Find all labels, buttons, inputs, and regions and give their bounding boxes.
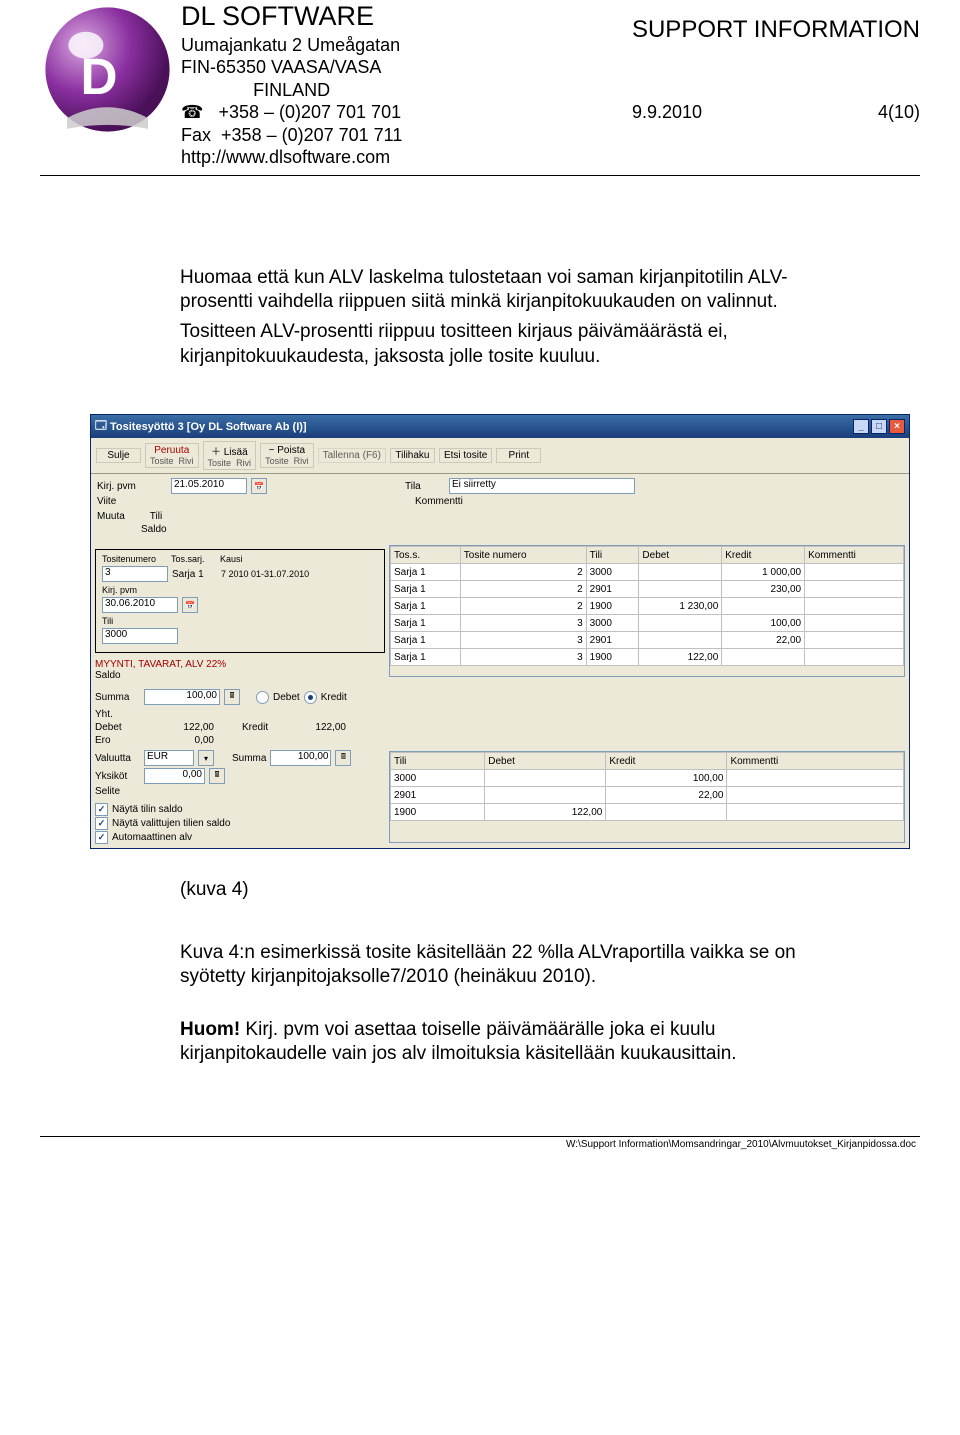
calendar-icon[interactable]: 📅 bbox=[251, 478, 267, 494]
address-line-2: FIN-65350 VAASA/VASA bbox=[181, 56, 402, 79]
tilihaku-button[interactable]: Tilihaku bbox=[390, 448, 435, 463]
address-line-1: Uumajankatu 2 Umeågatan bbox=[181, 34, 402, 57]
maximize-button[interactable]: □ bbox=[871, 419, 887, 434]
tila-label: Tila bbox=[405, 481, 445, 492]
page-number: 4(10) bbox=[878, 102, 920, 123]
svg-text:D: D bbox=[81, 48, 118, 105]
close-button[interactable]: × bbox=[889, 419, 905, 434]
muuta-label: Muuta bbox=[97, 511, 137, 522]
account-name-red: MYYNTI, TAVARAT, ALV 22% bbox=[95, 659, 385, 670]
ero-value: 0,00 bbox=[144, 735, 214, 746]
summary-grid[interactable]: TiliDebetKreditKommentti3000100,00290122… bbox=[389, 751, 905, 843]
kredit-radio[interactable] bbox=[304, 691, 317, 704]
calc-icon[interactable]: 🖩 bbox=[209, 768, 225, 784]
kirjpvm-input[interactable]: 21.05.2010 bbox=[171, 478, 247, 494]
yksikot-input[interactable]: 0,00 bbox=[144, 768, 205, 784]
figure-label: (kuva 4) bbox=[180, 879, 920, 901]
chk3-checkbox[interactable]: ✓ bbox=[95, 831, 108, 844]
yht-kredit-value: 122,00 bbox=[286, 722, 346, 733]
body-text: Huomaa että kun ALV laskelma tulostetaan… bbox=[180, 266, 840, 369]
calc-icon[interactable]: 🖩 bbox=[335, 750, 351, 766]
window-titlebar[interactable]: 🗔 Tositesyöttö 3 [Oy DL Software Ab (I)]… bbox=[91, 415, 909, 438]
box-kirjpvm-input[interactable]: 30.06.2010 bbox=[102, 597, 178, 613]
huom-label: Huom! bbox=[180, 1019, 240, 1040]
peruuta-button[interactable]: PeruutaTosite Rivi bbox=[145, 443, 199, 468]
poista-button[interactable]: − PoistaTosite Rivi bbox=[260, 443, 314, 468]
kausi-field: 7 2010 01-31.07.2010 bbox=[221, 569, 309, 579]
url-line: http://www.dlsoftware.com bbox=[181, 146, 402, 169]
saldo-head-label: Saldo bbox=[141, 524, 171, 535]
header-right-block: SUPPORT INFORMATION 9.9.2010 4(10) bbox=[632, 0, 920, 123]
doc-date: 9.9.2010 bbox=[632, 102, 702, 123]
calc-icon[interactable]: 🖩 bbox=[224, 689, 240, 705]
app-toolbar: Sulje PeruutaTosite Rivi ＋ LisääTosite R… bbox=[91, 438, 909, 474]
lisaa-button[interactable]: ＋ LisääTosite Rivi bbox=[203, 441, 257, 470]
debet-radio[interactable] bbox=[256, 691, 269, 704]
app-icon: 🗔 bbox=[95, 417, 107, 436]
box-tili-input[interactable]: 3000 bbox=[102, 628, 178, 644]
embedded-screenshot: 🗔 Tositesyöttö 3 [Oy DL Software Ab (I)]… bbox=[90, 414, 910, 849]
footer-path: W:\Support Information\Momsandringar_201… bbox=[40, 1136, 920, 1150]
summa2-input[interactable]: 100,00 bbox=[270, 750, 331, 766]
kirjpvm-label: Kirj. pvm bbox=[97, 481, 167, 492]
chk1-checkbox[interactable]: ✓ bbox=[95, 803, 108, 816]
paragraph-1: Huomaa että kun ALV laskelma tulostetaan… bbox=[180, 266, 840, 315]
highlight-box: Tositenumero Tos.sarj. Kausi 3 Sarja 1 7… bbox=[95, 549, 385, 653]
paragraph-2: Tositteen ALV-prosentti riippuu tosittee… bbox=[180, 320, 840, 369]
huom-paragraph: Huom! Kirj. pvm voi asettaa toiselle päi… bbox=[180, 1018, 840, 1067]
dropdown-icon[interactable]: ▾ bbox=[198, 750, 214, 766]
tositenro-field[interactable]: 3 bbox=[102, 566, 168, 582]
tili-head-label: Tili bbox=[141, 511, 171, 522]
sulje-button[interactable]: Sulje bbox=[96, 448, 141, 463]
tossarj-field: Sarja 1 bbox=[172, 569, 217, 580]
document-header: D DL SOFTWARE Uumajankatu 2 Umeågatan FI… bbox=[40, 0, 920, 176]
print-button[interactable]: Print bbox=[496, 448, 541, 463]
chk2-checkbox[interactable]: ✓ bbox=[95, 817, 108, 830]
yht-debet-value: 122,00 bbox=[144, 722, 214, 733]
phone-line: ☎ +358 – (0)207 701 701 bbox=[181, 101, 402, 124]
fax-line: Fax +358 – (0)207 701 711 bbox=[181, 124, 402, 147]
company-name: DL SOFTWARE bbox=[181, 0, 402, 34]
summa-input[interactable]: 100,00 bbox=[144, 689, 220, 705]
tila-input[interactable]: Ei siirretty bbox=[449, 478, 635, 494]
bottom-text: Kuva 4:n esimerkissä tosite käsitellään … bbox=[180, 941, 840, 1066]
phone-icon: ☎ bbox=[181, 102, 203, 122]
entries-grid[interactable]: Tos.s.Tosite numeroTiliDebetKreditKommen… bbox=[389, 545, 905, 677]
calendar-icon[interactable]: 📅 bbox=[182, 597, 198, 613]
viite-label: Viite bbox=[97, 496, 167, 507]
company-info-block: DL SOFTWARE Uumajankatu 2 Umeågatan FIN-… bbox=[181, 0, 402, 169]
company-logo: D bbox=[40, 2, 175, 137]
valuutta-select[interactable]: EUR bbox=[144, 750, 194, 766]
kommentti-label: Kommentti bbox=[415, 496, 470, 507]
minimize-button[interactable]: _ bbox=[853, 419, 869, 434]
bottom-p1: Kuva 4:n esimerkissä tosite käsitellään … bbox=[180, 941, 840, 990]
tallenna-button[interactable]: Tallenna (F6) bbox=[318, 448, 386, 463]
window-title: Tositesyöttö 3 [Oy DL Software Ab (I)] bbox=[110, 421, 307, 433]
doc-title: SUPPORT INFORMATION bbox=[632, 16, 920, 44]
address-line-3: FINLAND bbox=[181, 79, 402, 102]
etsitosite-button[interactable]: Etsi tosite bbox=[439, 448, 492, 463]
